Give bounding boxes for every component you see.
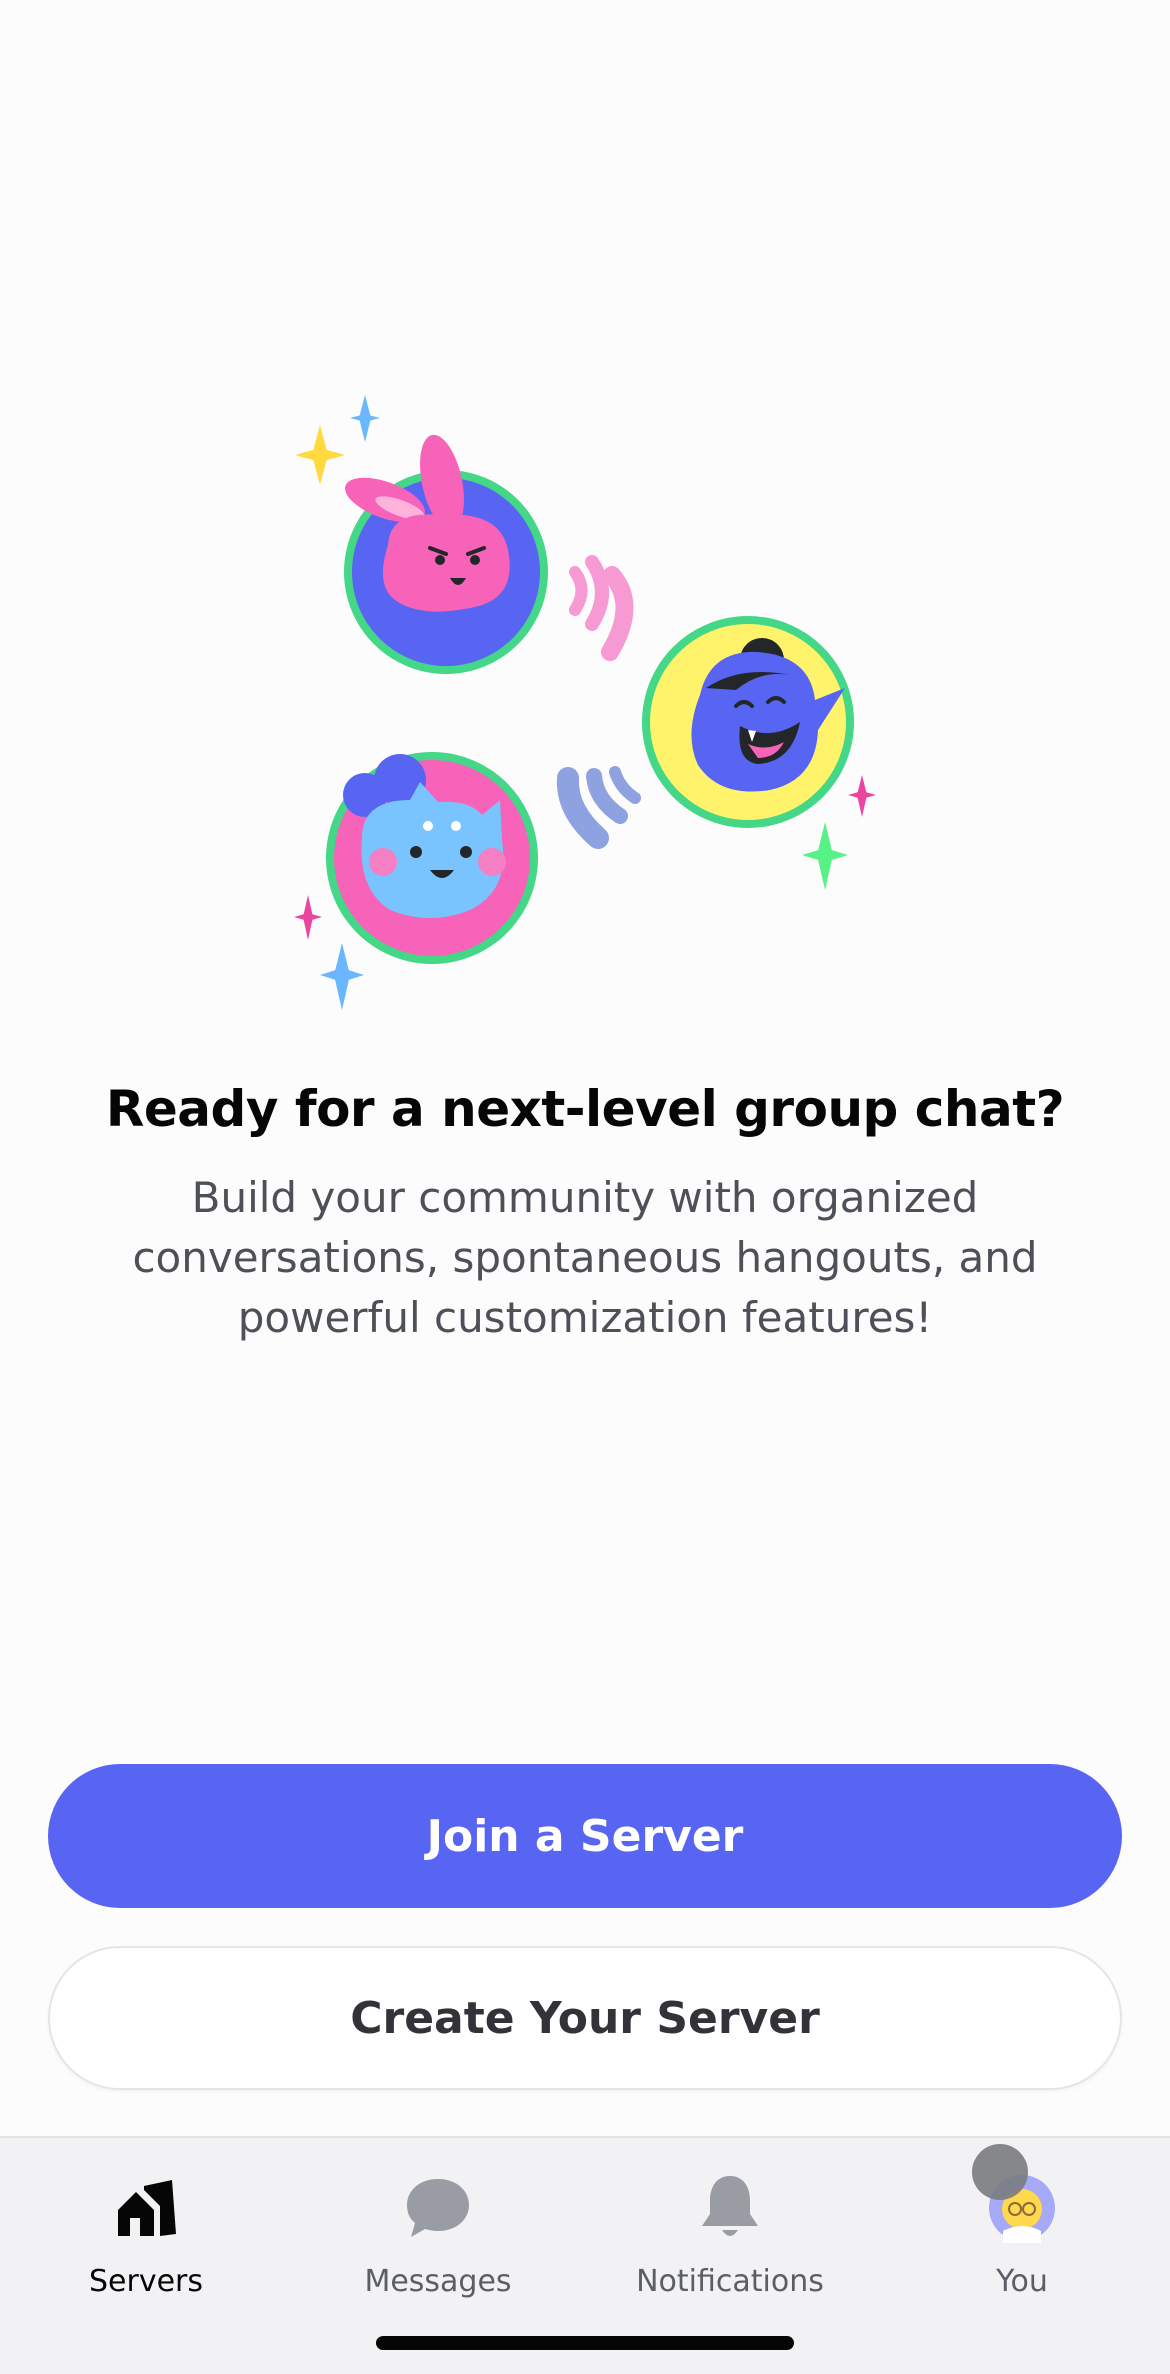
sound-waves-pink-icon	[569, 555, 634, 661]
create-server-button[interactable]: Create Your Server	[48, 1946, 1122, 2090]
tab-servers[interactable]: Servers	[0, 2158, 292, 2308]
screen: Ready for a next-level group chat? Build…	[0, 0, 1170, 2374]
home-indicator	[376, 2336, 794, 2350]
tab-messages[interactable]: Messages	[292, 2158, 584, 2308]
sparkle-pink-left-icon	[294, 895, 322, 940]
sparkle-green-icon	[802, 822, 848, 890]
tab-messages-label: Messages	[364, 2264, 512, 2299]
status-indicator	[972, 2144, 1028, 2200]
sparkle-yellow-icon	[295, 425, 345, 485]
sparkle-blue-bottom-icon	[320, 943, 364, 1010]
tab-you[interactable]: You	[876, 2144, 1168, 2308]
bell-icon	[694, 2172, 766, 2244]
join-server-button[interactable]: Join a Server	[48, 1764, 1122, 1908]
avatar	[972, 2144, 1058, 2244]
bunny-avatar-icon	[344, 434, 548, 674]
servers-icon	[110, 2172, 182, 2244]
sparkle-pink-right-icon	[848, 775, 876, 817]
sparkle-blue-top-icon	[350, 395, 380, 442]
blue-cat-avatar-icon	[326, 752, 538, 964]
blue-character-avatar-icon	[642, 616, 854, 828]
page-subtitle: Build your community with organized conv…	[132, 1173, 1038, 1342]
tab-notifications[interactable]: Notifications	[584, 2158, 876, 2308]
tab-servers-label: Servers	[88, 2264, 203, 2299]
tab-notifications-label: Notifications	[636, 2264, 824, 2299]
tab-you-label: You	[996, 2264, 1048, 2299]
page-title: Ready for a next-level group chat?	[105, 1080, 1065, 1138]
group-chat-illustration	[294, 395, 876, 1010]
messages-icon	[402, 2172, 474, 2244]
sound-waves-blue-icon	[556, 766, 641, 849]
